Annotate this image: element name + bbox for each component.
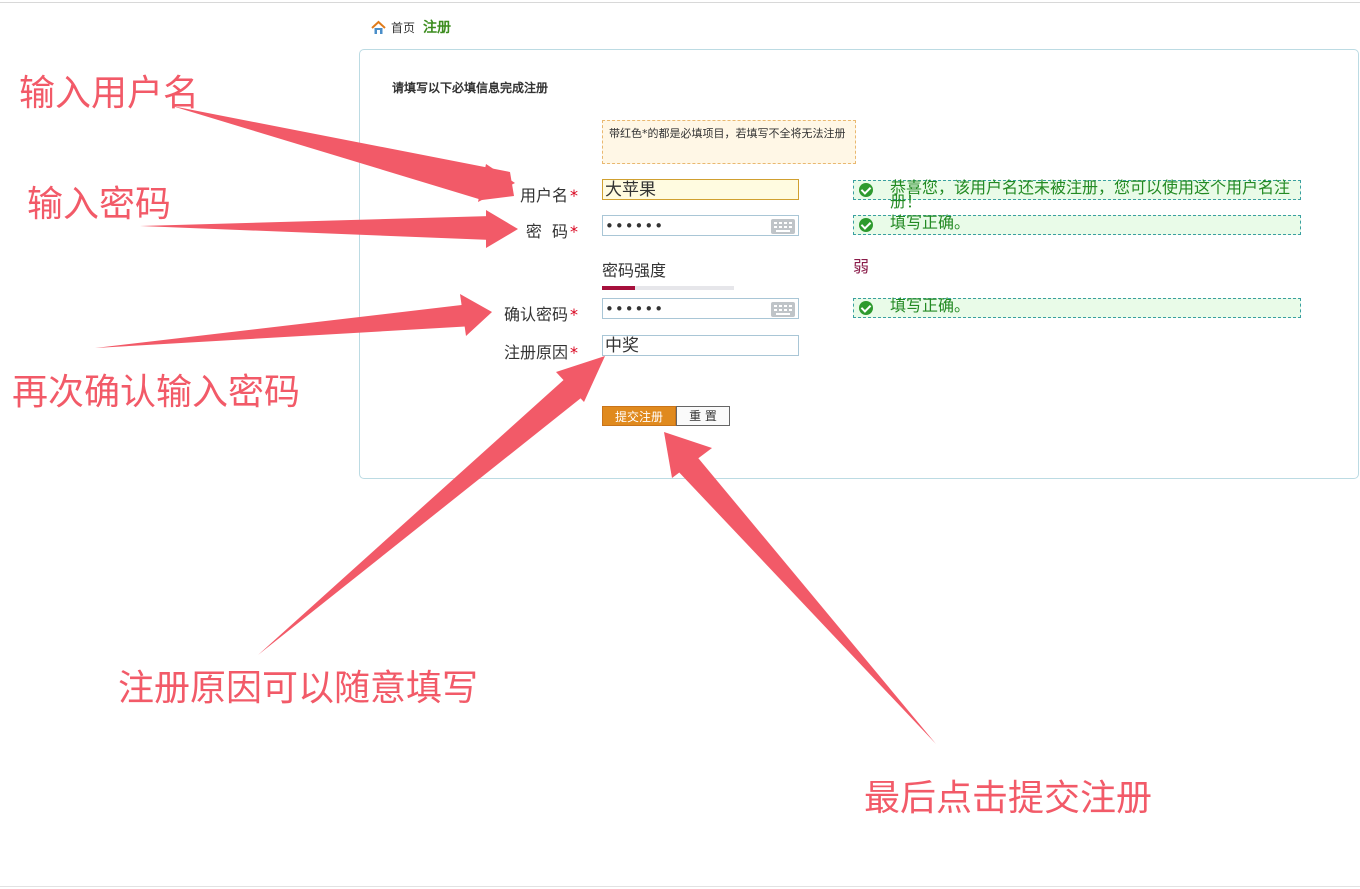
annotation-confirm: 再次确认输入密码 — [12, 372, 301, 413]
annotation-username: 输入用户名 — [19, 73, 200, 114]
bottom-divider — [0, 886, 1360, 887]
annotation-submit: 最后点击提交注册 — [864, 778, 1153, 819]
arrow-to-reason — [258, 376, 586, 655]
annotation-password: 输入密码 — [27, 184, 172, 225]
arrow-to-confirm — [95, 304, 474, 348]
arrow-to-username — [172, 106, 514, 200]
arrow-to-password — [140, 216, 492, 240]
annotation-arrows — [95, 106, 936, 744]
annotation-reason: 注册原因可以随意填写 — [118, 668, 479, 709]
arrow-to-submit — [675, 453, 936, 744]
